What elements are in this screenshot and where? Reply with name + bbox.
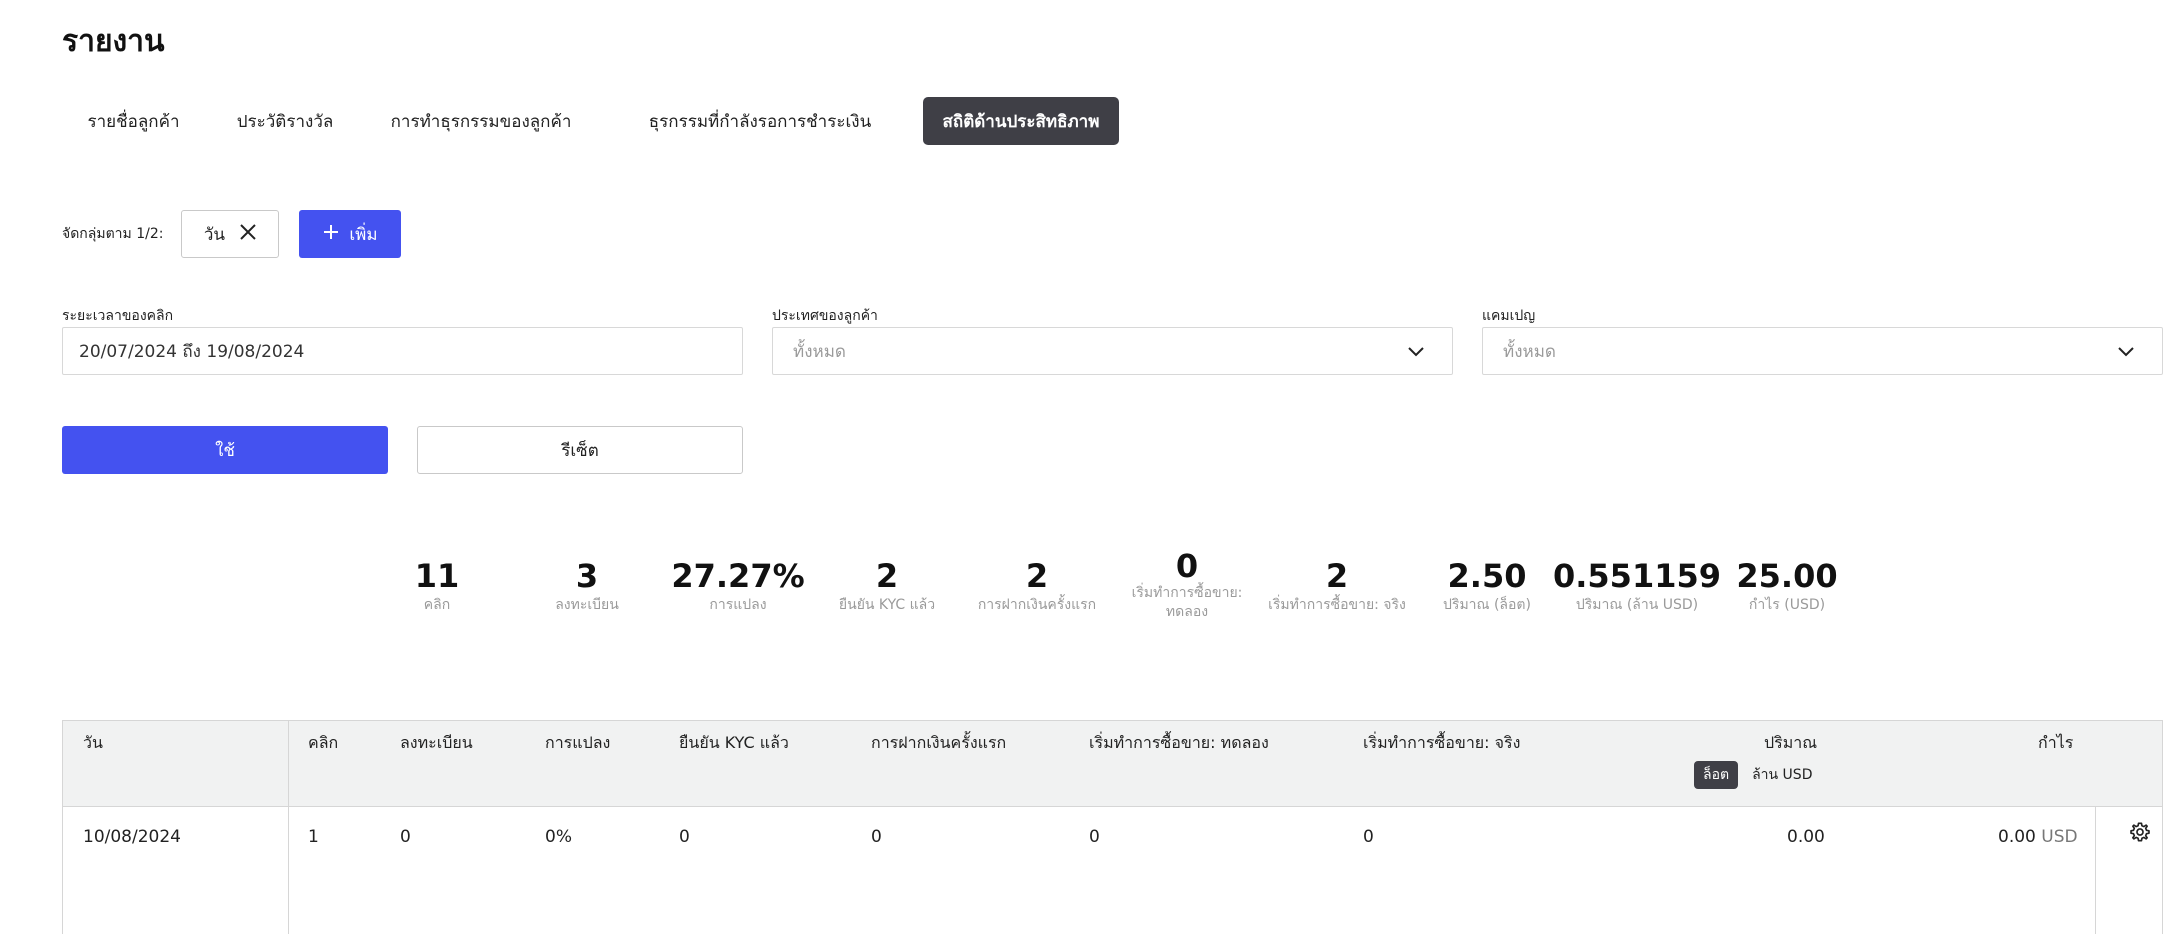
apply-button[interactable]: ใช้ [62,426,388,474]
column-header-conversion[interactable]: การแปลง [545,731,610,756]
stat-registrations: 3 ลงทะเบียน [555,558,619,615]
volume-unit-million-usd[interactable]: ล้าน USD [1752,764,1812,786]
cell-volume: 0.00 [1787,827,1825,847]
column-header-day[interactable]: วัน [83,731,103,756]
column-header-kyc[interactable]: ยืนยัน KYC แล้ว [679,731,789,756]
stat-value: 0.551159 [1552,557,1722,595]
stat-real-trading: 2 เริ่มทำการซื้อขาย: จริง [1268,558,1406,615]
plus-icon [323,224,339,245]
stat-first-deposit: 2 การฝากเงินครั้งแรก [978,558,1096,615]
tab-client-transactions[interactable]: การทำธุรกรรมของลูกค้า [365,97,597,145]
stat-label-line2: ทดลอง [1165,604,1209,620]
tab-reward-history[interactable]: ประวัติรางวัล [205,97,365,145]
cell-registrations: 0 [400,827,411,847]
add-group-button[interactable]: เพิ่ม [299,210,402,258]
stat-value: 2 [875,557,899,595]
column-divider [288,721,289,934]
stat-value: 2 [1325,557,1349,595]
column-header-registrations[interactable]: ลงทะเบียน [400,731,473,756]
campaign-label: แคมเปญ [1482,308,1536,324]
chevron-down-icon [2116,342,2136,367]
grouping-label: จัดกลุ่มตาม 1/2: [62,226,164,242]
cell-profit: 0.00 USD [1998,827,2078,847]
cell-demo-trading: 0 [1089,827,1100,847]
table-header: วัน คลิก ลงทะเบียน การแปลง ยืนยัน KYC แล… [63,721,2162,807]
click-period-value: 20/07/2024 ถึง 19/08/2024 [79,341,305,362]
client-country-placeholder: ทั้งหมด [793,341,846,362]
stat-conversion: 27.27% การแปลง [671,558,804,615]
campaign-placeholder: ทั้งหมด [1503,341,1556,362]
reset-button[interactable]: รีเซ็ต [417,426,743,474]
volume-unit-toggle: ล็อต ล้าน USD [1694,761,1812,789]
column-header-real-trading[interactable]: เริ่มทำการซื้อขาย: จริง [1363,731,1520,756]
stat-value: 25.00 [1736,557,1838,595]
column-header-profit[interactable]: กำไร [2038,731,2073,756]
stat-label: ยืนยัน KYC แล้ว [838,597,936,613]
stat-label: การฝากเงินครั้งแรก [977,597,1097,613]
cell-profit-value: 0.00 [1998,827,2036,847]
stat-value: 11 [414,557,460,595]
stat-kyc-verified: 2 ยืนยัน KYC แล้ว [839,558,935,615]
cell-day: 10/08/2024 [83,827,181,847]
client-country-label: ประเทศของลูกค้า [772,308,878,324]
stat-demo-trading: 0 เริ่มทำการซื้อขาย: ทดลอง [1132,548,1243,622]
cell-profit-currency: USD [2041,827,2078,847]
column-header-first-deposit[interactable]: การฝากเงินครั้งแรก [871,731,1006,756]
volume-unit-lots[interactable]: ล็อต [1694,761,1739,789]
stat-label: เริ่มทำการซื้อขาย: จริง [1268,597,1406,613]
stat-label-line1: เริ่มทำการซื้อขาย: [1131,585,1243,601]
stat-volume-lots: 2.50 ปริมาณ (ล็อต) [1443,558,1531,615]
gear-icon[interactable] [2129,821,2151,847]
add-group-label: เพิ่ม [349,224,378,245]
group-chip-label: วัน [203,224,226,245]
stat-label: กำไร (USD) [1748,597,1826,613]
tab-pending-transactions[interactable]: ธุรกรรมที่กำลังรอการชำระเงิน [597,97,923,145]
remove-group-close-icon[interactable] [239,223,257,246]
report-tabs: รายชื่อลูกค้า ประวัติรางวัล การทำธุรกรรม… [62,97,1119,145]
column-header-demo-trading[interactable]: เริ่มทำการซื้อขาย: ทดลอง [1089,731,1269,756]
cell-first-deposit: 0 [871,827,882,847]
stat-profit: 25.00 กำไร (USD) [1736,558,1837,615]
stat-label: ลงทะเบียน [555,597,619,613]
cell-clicks: 1 [308,827,319,847]
click-period-label: ระยะเวลาของคลิก [62,308,174,324]
stat-label: การแปลง [709,597,767,613]
cell-conversion: 0% [545,827,572,847]
stat-label: คลิก [423,597,451,613]
stat-value: 3 [575,557,599,595]
tab-client-list[interactable]: รายชื่อลูกค้า [62,97,205,145]
column-divider [2095,807,2096,934]
stat-label: ปริมาณ (ล็อต) [1443,597,1531,613]
stat-value: 27.27% [671,557,805,595]
column-header-clicks[interactable]: คลิก [308,731,338,756]
stat-volume-usd: 0.551159 ปริมาณ (ล้าน USD) [1553,558,1721,615]
stat-clicks: 11 คลิก [415,558,460,615]
stat-value: 0 [1175,547,1199,585]
campaign-select[interactable]: ทั้งหมด [1482,327,2163,375]
grouping-row: จัดกลุ่มตาม 1/2: วัน เพิ่ม [62,210,402,258]
chevron-down-icon [1406,342,1426,367]
cell-real-trading: 0 [1363,827,1374,847]
stat-value: 2 [1025,557,1049,595]
click-period-input[interactable]: 20/07/2024 ถึง 19/08/2024 [62,327,743,375]
page-title: รายงาน [62,24,165,59]
cell-kyc: 0 [679,827,690,847]
stat-label: ปริมาณ (ล้าน USD) [1575,597,1699,613]
column-header-volume[interactable]: ปริมาณ [1764,731,1817,756]
client-country-select[interactable]: ทั้งหมด [772,327,1453,375]
tab-performance-stats[interactable]: สถิติด้านประสิทธิภาพ [923,97,1119,145]
group-chip-day: วัน [181,210,280,258]
stat-value: 2.50 [1447,557,1527,595]
stats-table: วัน คลิก ลงทะเบียน การแปลง ยืนยัน KYC แล… [62,720,2163,934]
